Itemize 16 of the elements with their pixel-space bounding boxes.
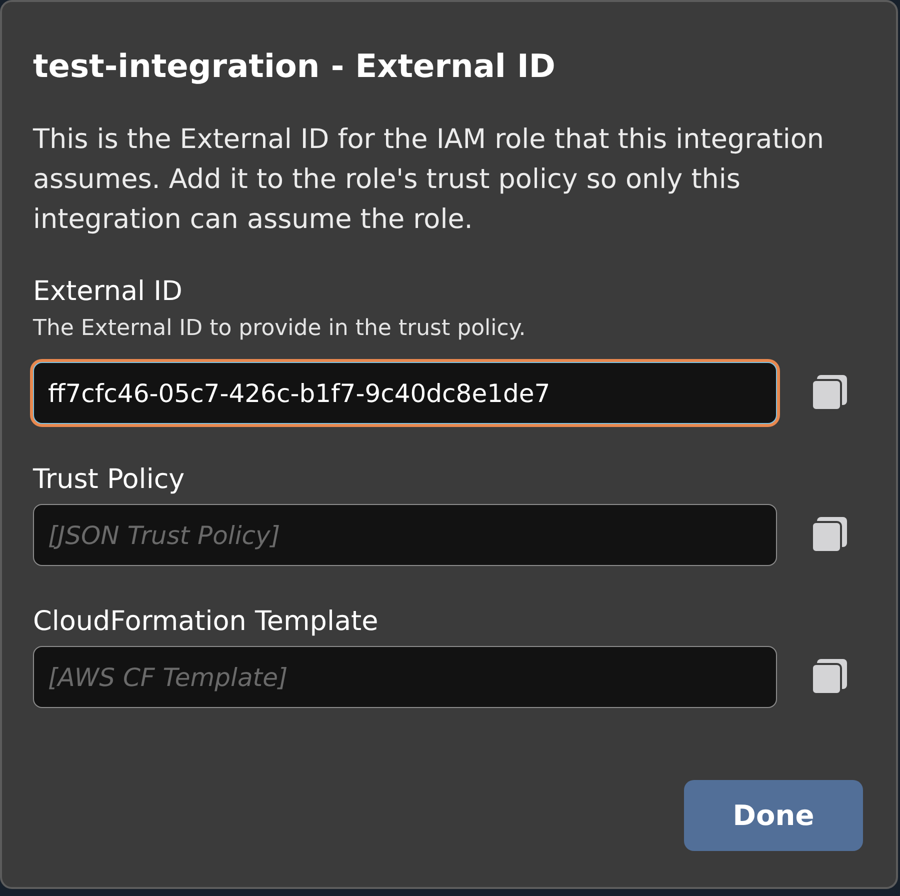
copy-icon — [811, 517, 847, 553]
text-field[interactable]: ff7cfc46-05c7-426c-b1f7-9c40dc8e1de7 — [33, 362, 777, 424]
text-field[interactable]: [JSON Trust Policy] — [33, 504, 777, 566]
copy-icon — [811, 375, 847, 411]
copy-button[interactable] — [811, 517, 847, 553]
copy-icon — [811, 659, 847, 695]
done-button[interactable]: Done — [684, 780, 863, 851]
field-label: Trust Policy — [33, 464, 185, 496]
copy-button[interactable] — [811, 659, 847, 695]
text-field[interactable]: [AWS CF Template] — [33, 646, 777, 708]
field-label: External ID — [33, 276, 182, 308]
field-help-text: The External ID to provide in the trust policy. — [33, 315, 526, 343]
copy-button[interactable] — [811, 375, 847, 411]
field-label: CloudFormation Template — [33, 606, 378, 638]
dialog-title: test-integration - External ID — [33, 47, 556, 85]
dialog-description: This is the External ID for the IAM role that this integration assumes. Add it to the role's trust policy so only this integration can assume the role. — [33, 123, 825, 237]
